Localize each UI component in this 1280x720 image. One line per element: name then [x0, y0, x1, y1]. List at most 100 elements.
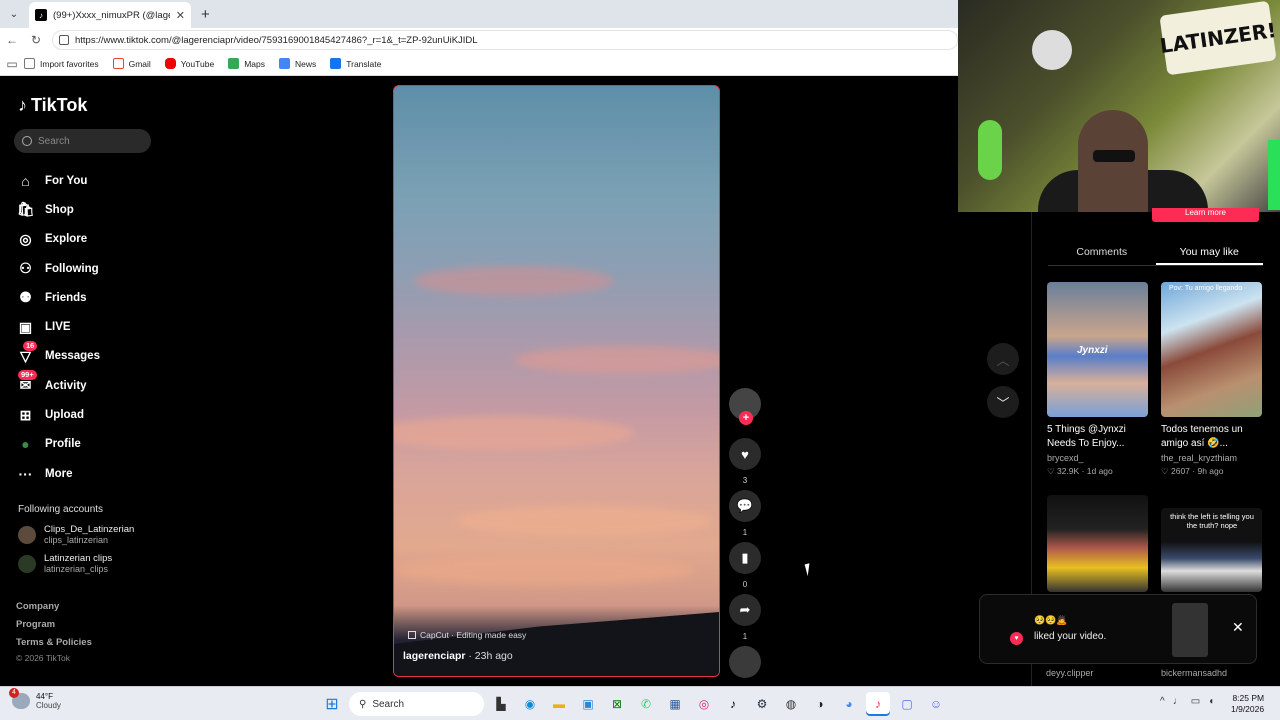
sound-disc-button[interactable] [728, 646, 762, 678]
tab-you-may-like[interactable]: You may like [1155, 242, 1263, 265]
tiktok-note-icon: ♪ [18, 95, 27, 115]
weather-widget[interactable]: 4 44°F Cloudy [9, 688, 61, 710]
video-author[interactable]: lagerenciapr · 23h ago [403, 650, 513, 662]
windows-taskbar: 4 44°F Cloudy ⊞ ⚲ Search ▙ ◉ ▬ ▣ ⊠ ✆ ▦ ◎ ♪… [0, 686, 1280, 720]
search-icon: ⚲ [359, 698, 367, 710]
neon-light [1268, 140, 1280, 210]
nav-explore[interactable]: ◎ Explore [17, 225, 100, 254]
nav-activity[interactable]: ✉ 99+ Activity [17, 370, 100, 400]
footer-company[interactable]: Company [16, 601, 59, 612]
chevron-up-icon[interactable]: ^ [1160, 696, 1165, 707]
app-icon[interactable]: ▢ [895, 692, 919, 716]
tab-comments[interactable]: Comments [1048, 242, 1156, 265]
taskbar-search[interactable]: ⚲ Search [349, 692, 484, 716]
tiktok-active-icon[interactable]: ♪ [866, 692, 890, 716]
bookmarks-bar: ▭ Import favorites Gmail YouTube Maps Ne… [0, 52, 958, 76]
home-icon: ⌂ [21, 172, 30, 189]
nav-upload[interactable]: ⊞ Upload [17, 400, 100, 429]
app-icon[interactable]: ◑ [808, 692, 832, 716]
microphone-icon[interactable]: ♩ [1173, 696, 1183, 707]
nav-more[interactable]: ··· More [17, 459, 100, 488]
volume-icon[interactable]: ◖ [1208, 696, 1214, 707]
lock-icon [59, 35, 69, 45]
card-author: bickermansadhd [1161, 668, 1228, 678]
url-field[interactable]: https://www.tiktok.com/@lagerenciapr/vid… [52, 30, 958, 50]
footer-program[interactable]: Program [16, 619, 55, 630]
cloud-shape [394, 556, 694, 586]
capcut-label[interactable]: CapCut · Editing made easy [408, 630, 526, 640]
bookmark-icon: ▮ [729, 542, 761, 574]
recommended-card[interactable] [1047, 495, 1148, 592]
chevron-up-icon: ︿ [996, 352, 1010, 368]
notification-emojis: 🥺🥺🙇 [1034, 615, 1068, 625]
file-explorer-icon[interactable]: ▬ [547, 692, 571, 716]
close-icon[interactable]: ✕ [1232, 619, 1244, 636]
nav-live[interactable]: ▣ LIVE [17, 312, 100, 341]
heart-icon: ♥ [1010, 632, 1023, 645]
xbox-icon[interactable]: ⊠ [605, 692, 629, 716]
search-input[interactable]: Search [14, 129, 151, 153]
follow-plus-icon[interactable]: + [739, 411, 753, 425]
steam-icon[interactable]: ⚙ [750, 692, 774, 716]
video-thumbnail: Pov: Tu amigo llegando [1161, 282, 1262, 417]
tiktok-icon[interactable]: ♪ [721, 692, 745, 716]
following-account[interactable]: Latinzerian clips latinzerian_clips [18, 553, 112, 574]
nav-profile[interactable]: ● Profile [17, 430, 100, 459]
app-icon[interactable]: ▦ [663, 692, 687, 716]
windows-start-icon[interactable]: ⊞ [320, 692, 344, 716]
bookmark-maps[interactable]: Maps [228, 58, 265, 69]
discord-icon[interactable]: ☺ [924, 692, 948, 716]
nav-shop[interactable]: 🛍 Shop [17, 195, 100, 224]
task-view-icon[interactable]: ▙ [489, 692, 513, 716]
nav-friends[interactable]: ⚉ Friends [17, 283, 100, 312]
previous-video-button[interactable]: ︿ [987, 343, 1019, 375]
edge-icon[interactable]: ◉ [518, 692, 542, 716]
instagram-icon[interactable]: ◎ [692, 692, 716, 716]
new-tab-button[interactable]: + [201, 6, 210, 23]
following-account[interactable]: Clips_De_Latinzerian clips_latinzerian [18, 524, 134, 545]
main-nav: ⌂ For You 🛍 Shop ◎ Explore ⚇ Following ⚉ Frie… [17, 166, 100, 488]
chrome-icon[interactable]: ◕ [837, 692, 861, 716]
footer-terms[interactable]: Terms & Policies [16, 637, 92, 648]
heart-icon: ♥ [729, 438, 761, 470]
browser-tab-bar: ⌄ ♪ (99+)Xxxx_nimuxPR (@lagerenciapr ✕ + [0, 0, 958, 28]
network-icon[interactable]: ▭ [1191, 696, 1200, 707]
learn-more-button[interactable]: Learn more [1152, 208, 1259, 222]
nav-following[interactable]: ⚇ Following [17, 254, 100, 283]
nav-messages[interactable]: ▽ 16 Messages [17, 340, 100, 371]
video-player[interactable]: CapCut · Editing made easy lagerenciapr … [393, 85, 720, 677]
obs-icon[interactable]: ◍ [779, 692, 803, 716]
translate-icon [330, 58, 342, 69]
copyright: © 2026 TikTok [16, 653, 70, 663]
recommended-card[interactable]: Jynxzi 5 Things @Jynxzi Needs To Enjoy..… [1047, 282, 1148, 477]
browser-tab[interactable]: ♪ (99+)Xxxx_nimuxPR (@lagerenciapr ✕ [29, 2, 191, 28]
recommended-card[interactable]: think the left is telling you the truth?… [1161, 508, 1262, 592]
tiktok-logo[interactable]: ♪ TikTok [18, 95, 87, 116]
friends-icon: ⚉ [19, 289, 32, 306]
tab-close-icon[interactable]: ✕ [176, 9, 185, 22]
bookmark-gmail[interactable]: Gmail [112, 58, 151, 69]
next-video-button[interactable]: ﹀ [987, 386, 1019, 418]
collections-icon[interactable]: ▭ [0, 57, 24, 71]
recommended-card[interactable]: Pov: Tu amigo llegando Todos tenemos un … [1161, 282, 1262, 477]
creator-avatar-button[interactable]: + [728, 388, 762, 425]
refresh-icon[interactable]: ↻ [24, 33, 48, 47]
tab-list-button[interactable]: ⌄ [3, 3, 25, 25]
video-thumbnail: Jynxzi [1047, 282, 1148, 417]
nav-for-you[interactable]: ⌂ For You [17, 166, 100, 195]
store-icon[interactable]: ▣ [576, 692, 600, 716]
like-button[interactable]: ♥ 3 [728, 438, 762, 485]
comment-button[interactable]: 💬 1 [728, 490, 762, 537]
like-notification-toast[interactable]: 🥺🥺🙇 ♥ liked your video. ✕ [979, 594, 1257, 664]
back-icon[interactable]: ← [0, 33, 24, 47]
clock[interactable]: 8:25 PM 1/9/2026 [1231, 693, 1264, 715]
bookmark-translate[interactable]: Translate [330, 58, 381, 69]
bookmark-news[interactable]: News [278, 58, 316, 69]
bookmark-youtube[interactable]: YouTube [164, 58, 214, 69]
share-button[interactable]: ➦ 1 [728, 594, 762, 641]
whatsapp-icon[interactable]: ✆ [634, 692, 658, 716]
taskbar-apps: ⊞ ⚲ Search ▙ ◉ ▬ ▣ ⊠ ✆ ▦ ◎ ♪ ⚙ ◍ ◑ ◕ ♪ ▢ … [320, 692, 948, 716]
save-button[interactable]: ▮ 0 [728, 542, 762, 589]
notification-text: liked your video. [1034, 631, 1107, 642]
bookmark-import[interactable]: Import favorites [24, 58, 99, 69]
